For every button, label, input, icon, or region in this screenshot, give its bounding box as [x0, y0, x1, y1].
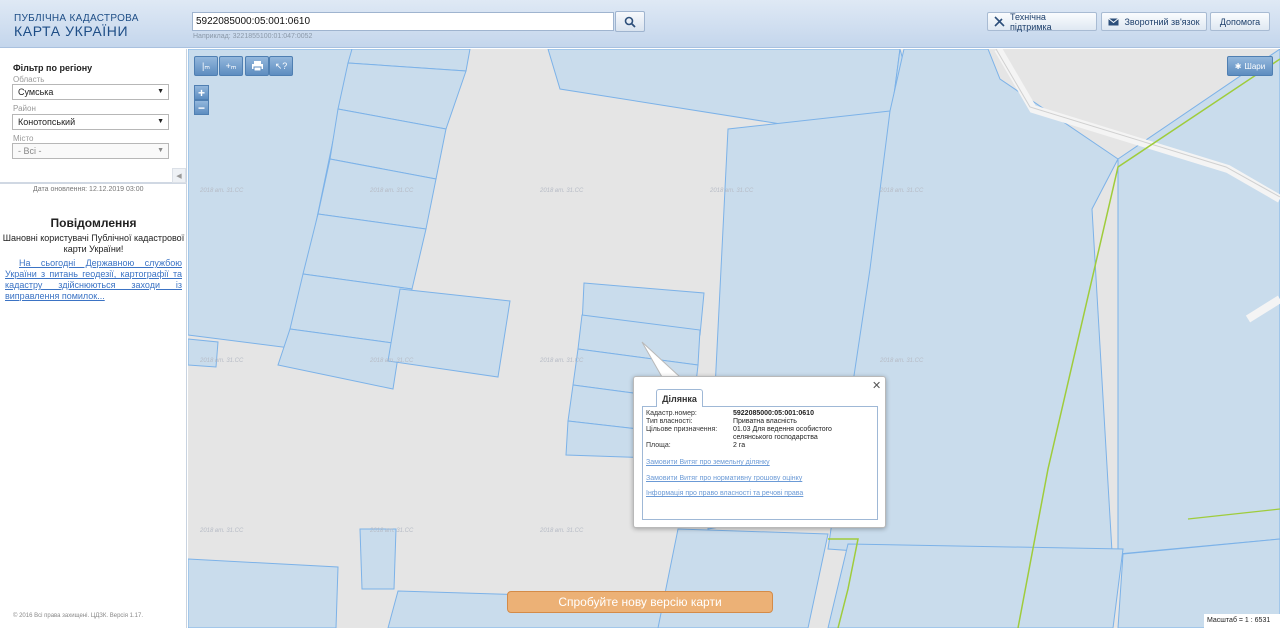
- dropdown-arrow-icon: ▼: [157, 147, 164, 154]
- raion-label: Район: [13, 104, 36, 113]
- identify-button[interactable]: ↖?: [269, 56, 293, 76]
- layers-label: Шари: [1244, 61, 1266, 71]
- gear-icon: ✱: [1234, 61, 1242, 71]
- search-button[interactable]: [615, 11, 645, 32]
- layers-button[interactable]: ✱ Шари: [1227, 56, 1273, 76]
- area-value: 2 га: [733, 442, 746, 449]
- watermark: 2018 вт. 31.СС: [880, 358, 924, 364]
- misto-label: Місто: [13, 134, 34, 143]
- cursor-question-icon: ↖?: [274, 60, 288, 71]
- misto-select[interactable]: - Всі - ▼: [12, 143, 169, 159]
- watermark: 2018 вт. 31.СС: [370, 358, 414, 364]
- notice-title: Повідомлення: [50, 216, 137, 230]
- ruler-icon: |ₘ: [202, 60, 210, 71]
- order-parcel-extract-link[interactable]: Замовити Витяг про земельну ділянку: [646, 459, 770, 466]
- ownership-label: Тип власності:: [646, 418, 693, 425]
- watermark: 2018 вт. 31.СС: [540, 188, 584, 194]
- watermark: 2018 вт. 31.СС: [370, 528, 414, 534]
- watermark: 2018 вт. 31.СС: [710, 188, 754, 194]
- watermark: 2018 вт. 31.СС: [540, 528, 584, 534]
- logo-line2: КАРТА УКРАЇНИ: [14, 23, 129, 39]
- oblast-value: Сумська: [18, 87, 54, 97]
- chevron-left-icon: ◀: [176, 172, 182, 180]
- tech-support-button[interactable]: Технічна підтримка: [987, 11, 1097, 32]
- order-valuation-extract-link[interactable]: Замовити Витяг про нормативну грошову оц…: [646, 475, 802, 482]
- site-logo[interactable]: ПУБЛІЧНА КАДАСТРОВА КАРТА УКРАЇНИ: [14, 13, 139, 39]
- land-parcel: [1117, 49, 1280, 555]
- search-hint: Наприклад: 3221855100:01:047:0052: [193, 33, 313, 40]
- purpose-value: 01.03 Для ведення особистого селянського…: [733, 426, 832, 441]
- purpose-label: Цільове призначення:: [646, 426, 718, 433]
- collapse-sidebar-button[interactable]: ◀: [172, 168, 186, 183]
- envelope-icon: [1108, 17, 1120, 25]
- ownership-info-link[interactable]: Інформація про право власності та речові…: [646, 490, 803, 497]
- cadastral-label: Кадастр.номер:: [646, 410, 697, 417]
- try-new-version-button[interactable]: Спробуйте нову версію карти: [507, 591, 773, 613]
- print-icon: [251, 61, 263, 71]
- measure-area-button[interactable]: +ₘ: [219, 56, 243, 76]
- watermark: 2018 вт. 31.СС: [540, 358, 584, 364]
- watermark: 2018 вт. 31.СС: [200, 358, 244, 364]
- copyright: © 2016 Всі права захищені. ЦДЗК. Версія …: [13, 613, 144, 619]
- popup-pointer: [641, 341, 682, 378]
- land-parcel: [359, 528, 397, 590]
- map-layer: [188, 49, 1280, 628]
- land-parcel: [657, 528, 829, 628]
- land-parcel: [827, 543, 1124, 628]
- filter-title: Фільтр по регіону: [13, 63, 93, 73]
- search-icon: [624, 16, 636, 28]
- watermark: 2018 вт. 31.СС: [370, 188, 414, 194]
- raion-select[interactable]: Конотопський ▼: [12, 114, 169, 130]
- feedback-label: Зворотний зв'язок: [1124, 16, 1200, 27]
- misto-value: - Всі -: [18, 146, 42, 156]
- land-parcel: [188, 558, 339, 628]
- area-icon: +ₘ: [225, 60, 237, 71]
- map-scale: Масштаб = 1 : 6531: [1204, 614, 1280, 628]
- feedback-button[interactable]: Зворотний зв'язок: [1101, 12, 1207, 31]
- close-icon[interactable]: ✕: [872, 379, 881, 392]
- dropdown-arrow-icon: ▼: [157, 88, 164, 95]
- measure-distance-button[interactable]: |ₘ: [194, 56, 218, 76]
- tech-support-label: Технічна підтримка: [1010, 11, 1052, 32]
- tools-icon: [994, 16, 1005, 27]
- cadastral-value: 5922085000:05:001:0610: [733, 410, 814, 417]
- ownership-value: Приватна власність: [733, 418, 797, 425]
- map-canvas[interactable]: [188, 49, 1280, 628]
- zoom-in-button[interactable]: +: [194, 85, 209, 100]
- update-date: Дата оновлення: 12.12.2019 03:00: [33, 186, 144, 193]
- watermark: 2018 вт. 31.СС: [200, 528, 244, 534]
- sidebar-divider: [0, 168, 187, 184]
- cadastral-search-input[interactable]: 5922085000:05:001:0610: [192, 12, 614, 31]
- notice-link[interactable]: На сьогодні Державною службою України з …: [5, 258, 182, 302]
- notice-text: Шановні користувачі Публічної кадастрово…: [2, 233, 185, 254]
- oblast-select[interactable]: Сумська ▼: [12, 84, 169, 100]
- area-label: Площа:: [646, 442, 671, 449]
- tab-parcel[interactable]: Ділянка: [656, 389, 703, 407]
- help-label: Допомога: [1219, 16, 1261, 27]
- zoom-out-button[interactable]: −: [194, 100, 209, 115]
- print-button[interactable]: [245, 56, 269, 76]
- oblast-label: Область: [13, 75, 45, 84]
- watermark: 2018 вт. 31.СС: [200, 188, 244, 194]
- watermark: 2018 вт. 31.СС: [880, 188, 924, 194]
- dropdown-arrow-icon: ▼: [157, 118, 164, 125]
- help-button[interactable]: Допомога: [1210, 12, 1270, 31]
- raion-value: Конотопський: [18, 117, 76, 127]
